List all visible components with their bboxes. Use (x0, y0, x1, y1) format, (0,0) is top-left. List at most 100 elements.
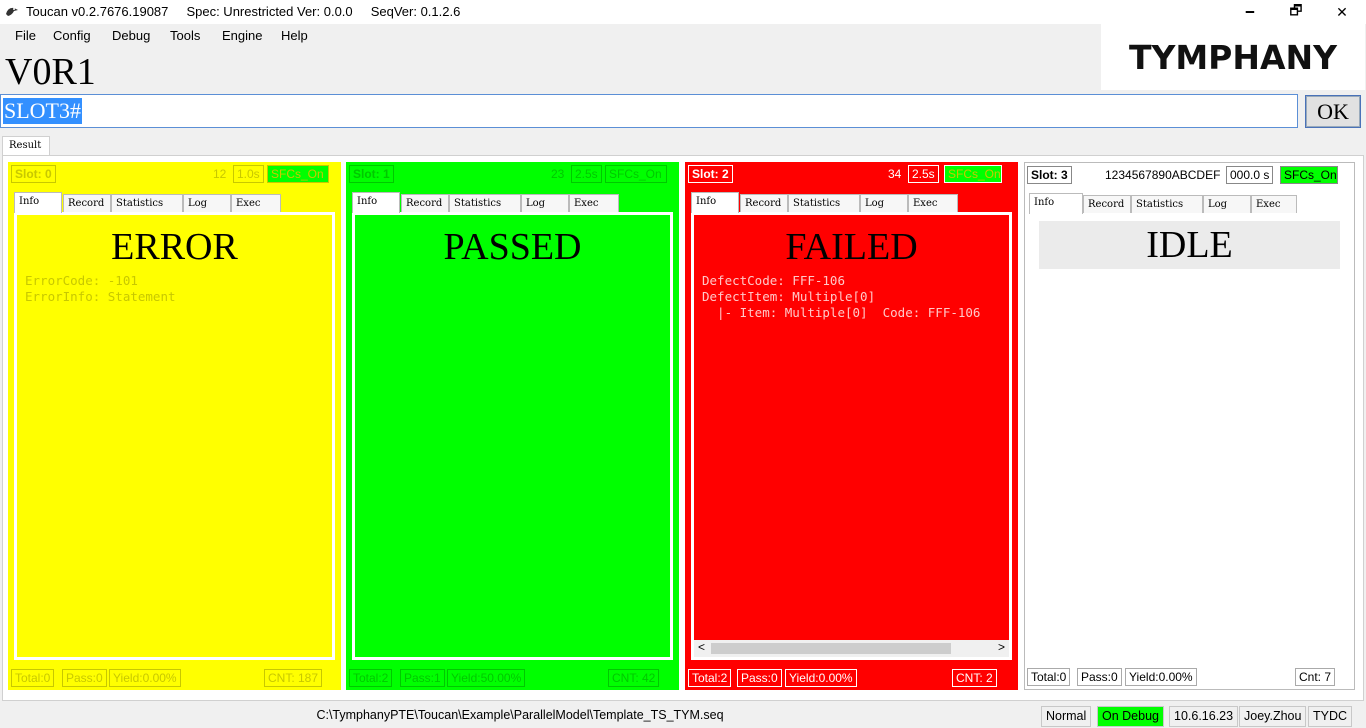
slot-footer: Total:0 Pass:0 Yield:0.00% Cnt: 7 (1025, 665, 1354, 689)
slot-label: Slot: 2 (688, 165, 733, 183)
menu-debug[interactable]: Debug (112, 28, 150, 43)
slot-info-panel: ERROR ErrorCode: -101 ErrorInfo: Statemen… (14, 212, 335, 660)
menu-help[interactable]: Help (281, 28, 308, 43)
ok-button[interactable]: OK (1305, 95, 1361, 128)
yield-value: Yield:0.00% (109, 669, 181, 687)
tab-exec[interactable]: Exec (231, 194, 281, 212)
tab-info[interactable]: Info (352, 192, 400, 213)
scroll-right-icon[interactable]: > (998, 640, 1005, 654)
detail-line: ErrorCode: -101 (25, 273, 138, 288)
tab-info[interactable]: Info (14, 192, 62, 213)
sequence-path: C:\TymphanyPTE\Toucan\Example\ParallelMo… (316, 708, 724, 722)
pass-count: Pass:0 (737, 669, 782, 687)
menu-file[interactable]: File (15, 28, 36, 43)
tab-record[interactable]: Record (1083, 195, 1131, 213)
slot-label: Slot: 1 (349, 165, 394, 183)
slot-header: Slot: 3 1234567890ABCDEF 000.0 s SFCs_On (1025, 163, 1354, 187)
toucan-app-icon (6, 7, 18, 16)
tab-exec[interactable]: Exec (1251, 195, 1297, 213)
slot-detail: ErrorCode: -101 ErrorInfo: Statement (25, 273, 176, 305)
scroll-left-icon[interactable]: < (698, 640, 705, 654)
status-bar: C:\TymphanyPTE\Toucan\Example\ParallelMo… (0, 704, 1366, 728)
site-code: TYDC (1308, 706, 1353, 727)
menu-engine[interactable]: Engine (222, 28, 262, 43)
yield-value: Yield:0.00% (785, 669, 857, 687)
pass-count: Pass:1 (400, 669, 445, 687)
logo-text: TYMPHANY (1128, 37, 1338, 77)
slot-0-panel: Slot: 0 12 1.0s SFCs_On Info Record Stat… (8, 162, 341, 690)
tab-log[interactable]: Log (521, 194, 569, 212)
debug-status-badge: On Debug (1097, 706, 1164, 727)
slot-tabs: Info Record Statistics Log Exec (1029, 193, 1348, 214)
sfcs-status-badge: SFCs_On (267, 165, 329, 183)
tab-exec[interactable]: Exec (908, 194, 958, 212)
scrollbar-thumb[interactable] (711, 643, 951, 654)
total-count: Total:0 (11, 669, 55, 687)
slot-info-panel: IDLE (1029, 213, 1350, 661)
tab-log[interactable]: Log (1203, 195, 1251, 213)
tab-record[interactable]: Record (63, 194, 111, 212)
maximize-button[interactable]: 🗗 (1273, 0, 1319, 24)
slot-count: 23 (551, 167, 565, 181)
tab-info[interactable]: Info (691, 192, 739, 213)
slot-header: Slot: 2 34 2.5s SFCs_On (685, 162, 1018, 186)
slot-2-panel: Slot: 2 34 2.5s SFCs_On Info Record Stat… (685, 162, 1018, 690)
tab-statistics[interactable]: Statistics (788, 194, 860, 212)
window-title: Toucan v0.2.7676.19087 Spec: Unrestricte… (26, 4, 461, 19)
station-name: V0R1 (5, 51, 96, 93)
slot-tabs: Info Record Statistics Log Exec (691, 192, 1012, 213)
cnt-value: CNT: 2 (952, 669, 997, 687)
sfcs-status-badge: SFCs_On (1280, 166, 1338, 184)
tab-log[interactable]: Log (860, 194, 908, 212)
slot-count: 34 (888, 167, 902, 181)
slot-time: 000.0 s (1226, 166, 1274, 184)
title-bar: Toucan v0.2.7676.19087 Spec: Unrestricte… (0, 0, 1366, 24)
minimize-button[interactable]: 🗕 (1227, 0, 1273, 24)
run-mode: Normal (1041, 706, 1092, 727)
slot-3-panel: Slot: 3 1234567890ABCDEF 000.0 s SFCs_On… (1024, 162, 1355, 690)
yield-value: Yield:50.00% (447, 669, 526, 687)
slot-info-panel: FAILED DefectCode: FFF-106 DefectItem: Mu… (691, 212, 1012, 660)
ip-address: 10.6.16.23 (1169, 706, 1239, 727)
slot-label: Slot: 3 (1027, 166, 1072, 184)
menu-config[interactable]: Config (53, 28, 91, 43)
cnt-value: CNT: 42 (608, 669, 660, 687)
slot-footer: Total:2 Pass:0 Yield:0.00% CNT: 2 (685, 666, 1018, 690)
scan-input[interactable]: SLOT3# (0, 94, 1298, 128)
tab-record[interactable]: Record (401, 194, 449, 212)
tab-info[interactable]: Info (1029, 193, 1083, 214)
menu-bar: File Config Debug Tools Engine Help (0, 24, 1100, 48)
total-count: Total:2 (349, 669, 393, 687)
tab-statistics[interactable]: Statistics (449, 194, 521, 212)
slot-detail: DefectCode: FFF-106 DefectItem: Multiple[… (702, 273, 980, 321)
sfcs-status-badge: SFCs_On (605, 165, 667, 183)
yield-value: Yield:0.00% (1125, 668, 1197, 686)
slot-label: Slot: 0 (11, 165, 56, 183)
slot-header: Slot: 1 23 2.5s SFCs_On (346, 162, 679, 186)
total-count: Total:2 (688, 669, 732, 687)
slot-status: ERROR (111, 226, 238, 268)
menu-tools[interactable]: Tools (170, 28, 200, 43)
cnt-value: CNT: 187 (264, 669, 323, 687)
slot-count: 1234567890ABCDEF (1105, 168, 1221, 182)
tab-record[interactable]: Record (740, 194, 788, 212)
tab-log[interactable]: Log (183, 194, 231, 212)
tab-exec[interactable]: Exec (569, 194, 619, 212)
tab-statistics[interactable]: Statistics (1131, 195, 1203, 213)
detail-line: ErrorInfo: Statement (25, 289, 176, 304)
tab-result[interactable]: Result (2, 136, 50, 156)
slot-time: 2.5s (571, 165, 602, 183)
slot-status: IDLE (1039, 221, 1340, 269)
horizontal-scrollbar[interactable]: < > (694, 640, 1009, 657)
slot-time: 1.0s (233, 165, 264, 183)
slot-footer: Total:2 Pass:1 Yield:50.00% CNT: 42 (346, 666, 679, 690)
slot-1-panel: Slot: 1 23 2.5s SFCs_On Info Record Stat… (346, 162, 679, 690)
slot-status: FAILED (785, 226, 918, 268)
detail-line: DefectCode: FFF-106 (702, 273, 845, 288)
close-button[interactable]: ✕ (1319, 0, 1365, 24)
slot-info-panel: PASSED (352, 212, 673, 660)
detail-line: |- Item: Multiple[0] Code: FFF-106 (702, 305, 981, 320)
tab-statistics[interactable]: Statistics (111, 194, 183, 212)
cnt-value: Cnt: 7 (1295, 668, 1336, 686)
pass-count: Pass:0 (62, 669, 107, 687)
